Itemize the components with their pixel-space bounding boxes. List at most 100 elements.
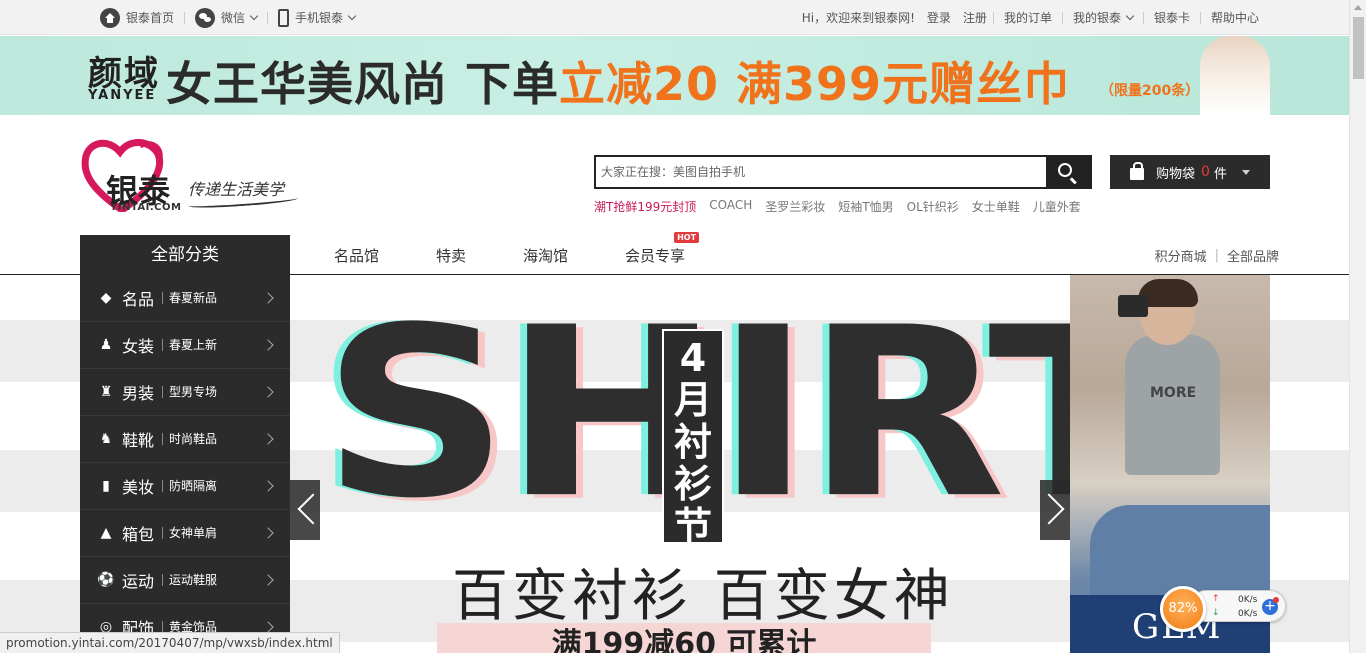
category-sub: 春夏新品 — [162, 292, 217, 304]
search-button[interactable] — [1046, 157, 1090, 187]
shirt-icon: ♜ — [99, 384, 113, 400]
hot-search-words: 潮T抢鲜199元封顶 COACH 圣罗兰彩妆 短袖T恤男 OL针织衫 女士单鞋 … — [594, 198, 1094, 215]
hot-word[interactable]: 儿童外套 — [1033, 198, 1081, 215]
scrollbar[interactable] — [1349, 0, 1366, 653]
promo-limit: （限量200条） — [1100, 83, 1200, 99]
category-item[interactable]: ◆ 名品 春夏新品 — [80, 275, 290, 322]
hot-word[interactable]: OL针织衫 — [907, 198, 959, 215]
category-name: 女装 — [122, 337, 155, 356]
welcome-text: Hi，欢迎来到银泰网! — [801, 11, 915, 25]
logo-en: YINTAI.COM — [110, 202, 182, 213]
my-orders-link[interactable]: 我的订单 — [994, 9, 1062, 26]
search-input[interactable] — [596, 157, 1046, 187]
help-center-link[interactable]: 帮助中心 — [1201, 9, 1259, 26]
nav-item-flash-sale[interactable]: 特卖 — [436, 245, 466, 266]
carousel-next-button[interactable] — [1040, 480, 1070, 540]
my-yintai-menu[interactable]: 我的银泰 — [1063, 9, 1143, 26]
category-sub: 型男专场 — [162, 386, 217, 398]
category-sub: 运动鞋服 — [162, 574, 217, 586]
cart-label: 购物袋 — [1156, 166, 1196, 182]
scrollbar-thumb[interactable] — [1353, 17, 1364, 79]
hot-badge: HOT — [674, 231, 700, 243]
chevron-down-icon — [249, 11, 259, 20]
register-link[interactable]: 注册 — [957, 9, 993, 26]
search-icon — [1058, 163, 1072, 177]
nav-right: 积分商城 | 全部品牌 — [1155, 235, 1279, 275]
category-sub: 女神单肩 — [162, 527, 217, 539]
category-item[interactable]: ♟ 女装 春夏上新 — [80, 322, 290, 369]
nav-item-brands-hall[interactable]: 名品馆 — [334, 245, 379, 266]
diamond-icon: ◆ — [100, 290, 112, 306]
hot-word[interactable]: 短袖T恤男 — [838, 198, 893, 215]
speed-widget[interactable]: ↑ 0K/s ↓ 0K/s + 82% — [1160, 586, 1286, 632]
cart-count: 0 — [1201, 164, 1210, 180]
category-sidebar: ◆ 名品 春夏新品 ♟ 女装 春夏上新 ♜ 男装 型男专场 ♞ 鞋靴 时尚鞋品 … — [80, 275, 290, 653]
top-bar-right: Hi，欢迎来到银泰网! 登录 注册 我的订单 我的银泰 银泰卡 帮助中心 — [796, 0, 1259, 35]
nav-item-member-exclusive[interactable]: 会员专享 HOT — [625, 231, 700, 266]
home-icon — [100, 7, 120, 28]
wechat-label: 微信 — [221, 11, 246, 25]
promo-brand-en: YANYEE — [88, 88, 157, 103]
all-brands-link[interactable]: 全部品牌 — [1227, 246, 1279, 265]
cart-unit: 件 — [1213, 166, 1227, 182]
hero-subtitle: 百变衬衫 百变女神 — [452, 564, 954, 629]
category-name: 运动 — [122, 572, 155, 591]
promo-banner[interactable]: 颜域 YANYEE 女王华美风尚 下单立减20 满399元赠丝巾 （限量200条… — [0, 36, 1349, 115]
scroll-up-icon[interactable] — [1354, 5, 1362, 10]
ad-model-shirt — [1125, 335, 1220, 475]
chevron-down-icon — [347, 11, 357, 20]
lipstick-icon: ▮ — [102, 478, 110, 494]
nav-items: 名品馆 特卖 海淘馆 会员专享 HOT — [334, 231, 742, 275]
camera-icon — [1118, 295, 1148, 317]
category-item[interactable]: ⚽ 运动 运动鞋服 — [80, 557, 290, 604]
category-name: 箱包 — [122, 525, 155, 544]
status-url: promotion.yintai.com/20170407/mp/vwxsb/i… — [0, 632, 340, 653]
hero-big-word: SHIRT — [322, 278, 1165, 550]
hot-word[interactable]: COACH — [709, 198, 752, 215]
points-mall-link[interactable]: 积分商城 — [1155, 246, 1207, 265]
chevron-right-icon — [262, 386, 274, 398]
category-name: 男装 — [122, 384, 155, 403]
wechat-menu[interactable]: 微信 — [185, 7, 267, 28]
chevron-down-icon — [1125, 11, 1135, 20]
category-sub: 春夏上新 — [162, 339, 217, 351]
hot-word[interactable]: 女士单鞋 — [972, 198, 1020, 215]
category-name: 美妆 — [122, 478, 155, 497]
chevron-right-icon — [262, 292, 274, 304]
ball-icon: ⚽ — [97, 572, 115, 588]
category-sub: 时尚鞋品 — [162, 433, 217, 445]
ad-shirt-print: MORE — [1150, 385, 1197, 401]
chevron-right-icon — [262, 621, 274, 633]
divider: | — [1214, 247, 1219, 263]
notification-dot — [1273, 597, 1279, 603]
nav-item-global-shop[interactable]: 海淘馆 — [523, 245, 568, 266]
chevron-right-icon — [262, 339, 274, 351]
site-logo[interactable]: 银泰 YINTAI.COM 传递生活美学 — [80, 136, 300, 216]
yintai-card-link[interactable]: 银泰卡 — [1144, 9, 1200, 26]
cart-button[interactable]: 购物袋 0 件 — [1110, 155, 1270, 189]
upload-arrow-icon: ↑ — [1212, 594, 1220, 604]
heel-icon: ♞ — [99, 431, 113, 447]
category-item[interactable]: ▮ 美妆 防晒隔离 — [80, 463, 290, 510]
bag-icon: ▲ — [100, 525, 112, 541]
category-item[interactable]: ♞ 鞋靴 时尚鞋品 — [80, 416, 290, 463]
top-bar-left: 银泰首页 微信 手机银泰 — [90, 0, 365, 35]
home-link-label: 银泰首页 — [126, 11, 175, 25]
mobile-label: 手机银泰 — [295, 11, 344, 25]
all-categories-button[interactable]: 全部分类 — [80, 235, 290, 275]
my-yintai-label: 我的银泰 — [1072, 11, 1121, 25]
hot-word[interactable]: 圣罗兰彩妆 — [765, 198, 825, 215]
category-item[interactable]: ▲ 箱包 女神单肩 — [80, 510, 290, 557]
login-link[interactable]: 登录 — [921, 9, 957, 26]
shopping-bag-icon — [1130, 162, 1144, 180]
mobile-menu[interactable]: 手机银泰 — [268, 8, 365, 27]
chevron-right-icon — [262, 480, 274, 492]
home-link[interactable]: 银泰首页 — [90, 7, 184, 28]
category-item[interactable]: ♜ 男装 型男专场 — [80, 369, 290, 416]
hot-word[interactable]: 潮T抢鲜199元封顶 — [594, 198, 696, 215]
wechat-icon — [195, 7, 216, 28]
category-sub: 防晒隔离 — [162, 480, 217, 492]
dress-icon: ♟ — [99, 337, 113, 353]
carousel-prev-button[interactable] — [290, 480, 320, 540]
category-name: 名品 — [122, 290, 155, 309]
